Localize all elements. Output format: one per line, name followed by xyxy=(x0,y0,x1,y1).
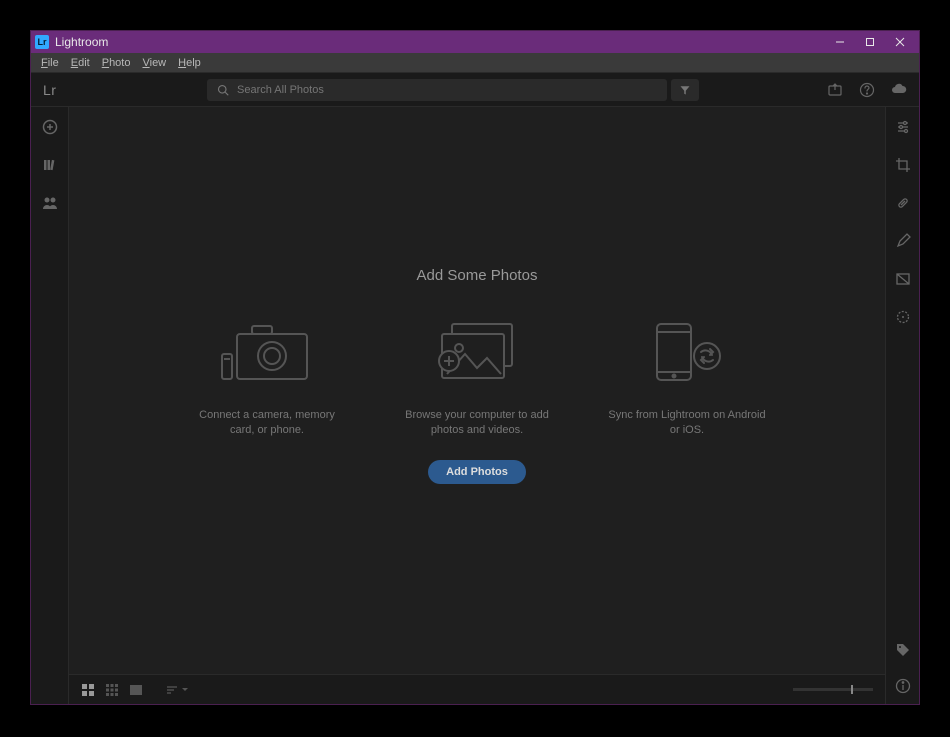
info-icon[interactable] xyxy=(895,678,911,694)
app-icon: Lr xyxy=(35,35,49,49)
search-input[interactable] xyxy=(237,84,657,96)
sort-button[interactable] xyxy=(165,684,189,696)
camera-icon xyxy=(217,316,317,386)
card-connect: Connect a camera, memory card, or phone. xyxy=(187,316,347,485)
browse-icon xyxy=(427,316,527,386)
share-icon[interactable] xyxy=(827,82,843,98)
add-photos-button[interactable]: Add Photos xyxy=(428,460,526,484)
single-view-button[interactable] xyxy=(129,683,143,697)
radial-icon[interactable] xyxy=(895,309,911,325)
menu-help[interactable]: Help xyxy=(172,55,207,71)
app-window: Lr Lightroom File Edit Photo View Help L… xyxy=(30,30,920,705)
toolbar: Lr xyxy=(31,73,919,107)
cloud-icon[interactable] xyxy=(891,82,907,98)
heal-icon[interactable] xyxy=(895,195,911,211)
empty-state: Add Some Photos Connect a camera, memory… xyxy=(69,107,885,704)
window-title: Lightroom xyxy=(55,35,825,49)
main-content: Add Some Photos Connect a camera, memory… xyxy=(69,107,885,704)
grid-view-button[interactable] xyxy=(81,683,95,697)
empty-title: Add Some Photos xyxy=(417,267,538,284)
menu-bar: File Edit Photo View Help xyxy=(31,53,919,73)
maximize-button[interactable] xyxy=(855,31,885,53)
zoom-slider[interactable] xyxy=(793,688,873,691)
card-text: Connect a camera, memory card, or phone. xyxy=(187,408,347,439)
gradient-icon[interactable] xyxy=(895,271,911,287)
menu-file[interactable]: File xyxy=(35,55,65,71)
search-box[interactable] xyxy=(207,79,667,101)
chevron-down-icon xyxy=(181,686,189,694)
people-icon[interactable] xyxy=(42,195,58,211)
brush-icon[interactable] xyxy=(895,233,911,249)
close-button[interactable] xyxy=(885,31,915,53)
minimize-button[interactable] xyxy=(825,31,855,53)
card-sync: Sync from Lightroom on Android or iOS. xyxy=(607,316,767,485)
app-logo: Lr xyxy=(43,82,79,98)
card-browse: Browse your computer to add photos and v… xyxy=(397,316,557,485)
sidebar-left xyxy=(31,107,69,704)
bottom-bar xyxy=(69,674,885,704)
filter-button[interactable] xyxy=(671,79,699,101)
tag-icon[interactable] xyxy=(895,642,911,658)
sidebar-right xyxy=(885,107,919,704)
library-icon[interactable] xyxy=(42,157,58,173)
crop-icon[interactable] xyxy=(895,157,911,173)
menu-edit[interactable]: Edit xyxy=(65,55,96,71)
edit-panel-icon[interactable] xyxy=(895,119,911,135)
title-bar: Lr Lightroom xyxy=(31,31,919,53)
menu-photo[interactable]: Photo xyxy=(96,55,137,71)
menu-view[interactable]: View xyxy=(136,55,172,71)
help-icon[interactable] xyxy=(859,82,875,98)
sync-icon xyxy=(637,316,737,386)
card-text: Browse your computer to add photos and v… xyxy=(397,408,557,439)
card-text: Sync from Lightroom on Android or iOS. xyxy=(607,408,767,439)
search-icon xyxy=(217,84,229,96)
add-icon[interactable] xyxy=(42,119,58,135)
small-grid-button[interactable] xyxy=(105,683,119,697)
